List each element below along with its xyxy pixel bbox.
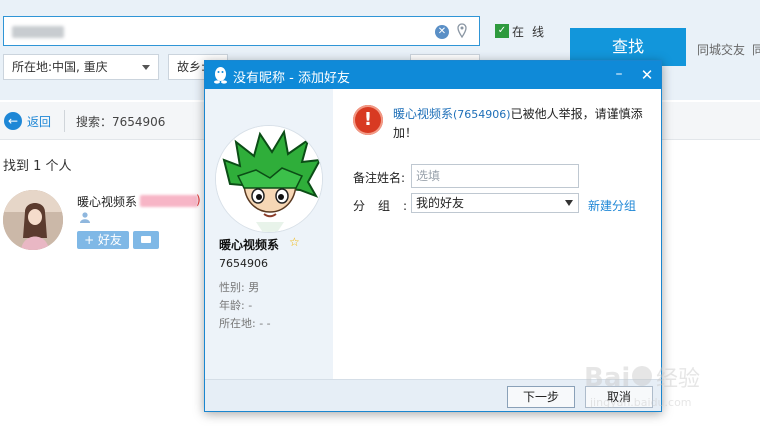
chevron-down-icon [142,65,150,70]
friend-avatar[interactable] [215,125,323,233]
new-group-link[interactable]: 新建分组 [588,197,636,214]
friend-qq-number: 7654906 [219,257,268,270]
info-gender: 性别: 男 [219,281,260,294]
chevron-down-icon [565,200,573,206]
hometown-select-value: 故乡: [177,60,206,74]
avatar-photo [3,190,63,250]
close-button[interactable]: ✕ [637,65,657,85]
result-name-suffix: ) [196,193,201,207]
star-icon: ☆ [289,235,300,249]
remark-input[interactable] [411,164,579,188]
minimize-button[interactable]: – [609,65,629,85]
profile-panel: 暖心视频系 ☆ 7654906 性别: 男 年龄: - 所在地: - - [205,89,333,379]
dialog-title: 没有昵称 - 添加好友 [233,71,350,86]
back-arrow-icon[interactable]: ← [4,112,22,130]
person-icon [80,212,90,226]
online-checkbox[interactable]: ✓ [495,24,509,38]
online-label: 在线 [512,25,553,39]
svg-text:经验: 经验 [656,367,700,392]
friend-name: 暖心视频系 [219,238,280,252]
search-query-obscured [12,26,64,38]
warning-name[interactable]: 暖心视频系 [393,107,453,121]
result-nickname-obscured [140,195,198,207]
location-select-value: 所在地:中国, 重庆 [12,60,108,74]
result-count: 找到 1 个人 [3,159,72,174]
same-city-link[interactable]: 同城交友 [697,41,745,58]
info-age: 年龄: - [219,299,253,312]
divider [64,110,65,132]
svg-text:Bai: Bai [584,363,630,393]
back-link[interactable]: 返回 [27,113,51,130]
same-city-link-2[interactable]: 同 [752,41,760,58]
remark-label: 备注姓名: [353,171,406,185]
avatar[interactable] [3,190,63,250]
warning-icon: ! [353,105,383,135]
qq-penguin-icon [214,67,227,84]
group-label: 分组: [353,199,421,213]
message-button[interactable] [133,231,159,249]
result-name[interactable]: 暖心视频系 [77,193,137,210]
add-friend-button[interactable]: + 好友 [77,231,129,249]
warning-message: 暖心视频系(7654906)已被他人举报，请谨慎添加！ [393,105,655,142]
warning-number: (7654906) [453,108,511,121]
search-input[interactable]: ✕ [3,16,480,46]
svg-text:jingyan.baidu.com: jingyan.baidu.com [589,396,692,409]
baidu-watermark-logo: Bai 经验 jingyan.baidu.com [584,363,700,409]
title-bar[interactable]: 没有昵称 - 添加好友 – ✕ [205,61,661,89]
group-select-value: 我的好友 [416,196,465,210]
search-term-label: 搜索：7654906 [76,115,166,129]
location-select[interactable]: 所在地:中国, 重庆 [3,54,159,80]
group-select[interactable]: 我的好友 [411,193,579,213]
clear-icon[interactable]: ✕ [435,25,449,39]
location-pin-icon[interactable] [457,23,467,39]
next-button[interactable]: 下一步 [507,386,575,408]
cartoon-avatar-icon [216,126,322,232]
info-location: 所在地: - - [219,317,271,330]
